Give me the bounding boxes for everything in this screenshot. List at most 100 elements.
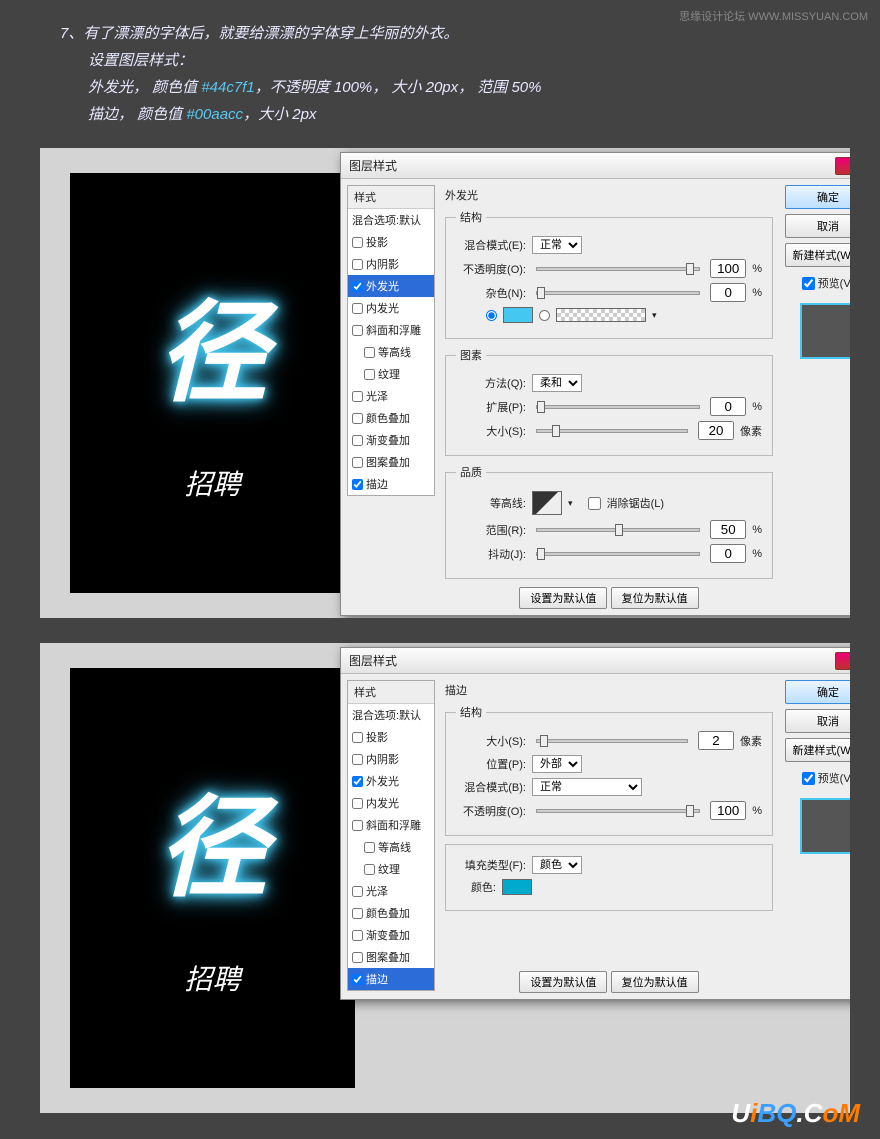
size-input[interactable] [698,731,734,750]
preview-checkbox[interactable] [802,277,815,290]
settings-panel: 外发光 结构 混合模式(E):正常 不透明度(O):% 杂色(N):% ▾ 图素… [441,185,777,609]
glow-color-swatch[interactable] [503,307,533,323]
new-style-button[interactable]: 新建样式(W)... [785,738,850,762]
position-select[interactable]: 外部 [532,755,582,773]
layer-style-dialog: 图层样式 × 样式 混合选项:默认 投影 内阴影 外发光 内发光 斜面和浮雕 等… [340,152,850,616]
reset-default-button[interactable]: 复位为默认值 [611,587,699,609]
styles-header[interactable]: 样式 [348,186,434,209]
canvas-preview: 径 招聘 [70,668,355,1088]
reset-default-button[interactable]: 复位为默认值 [611,971,699,993]
ok-button[interactable]: 确定 [785,185,850,209]
dialog-title: 图层样式 [349,652,835,669]
cancel-button[interactable]: 取消 [785,709,850,733]
antialias-checkbox[interactable] [588,497,601,510]
sub-text: 招聘 [184,958,240,998]
opacity-slider[interactable] [536,809,700,813]
style-stroke[interactable]: 描边 [348,968,434,990]
noise-slider[interactable] [536,291,700,295]
color-radio[interactable] [486,310,497,321]
style-contour[interactable]: 等高线 [348,836,434,858]
hex1: #44c7f1 [201,79,254,96]
opacity-slider[interactable] [536,267,700,271]
canvas-preview: 径 招聘 [70,173,355,593]
style-outer-glow[interactable]: 外发光 [348,275,434,297]
style-texture[interactable]: 纹理 [348,363,434,385]
range-input[interactable] [710,520,746,539]
hex2: #00aacc [186,106,243,123]
opacity-input[interactable] [710,801,746,820]
blend-options[interactable]: 混合选项:默认 [348,704,434,726]
style-gradient-overlay[interactable]: 渐变叠加 [348,924,434,946]
method-select[interactable]: 柔和 [532,374,582,392]
titlebar[interactable]: 图层样式 × [341,153,850,179]
size-input[interactable] [698,421,734,440]
stroke-color-swatch[interactable] [502,879,532,895]
style-contour[interactable]: 等高线 [348,341,434,363]
gradient-radio[interactable] [539,310,550,321]
new-style-button[interactable]: 新建样式(W)... [785,243,850,267]
style-inner-shadow[interactable]: 内阴影 [348,253,434,275]
style-bevel[interactable]: 斜面和浮雕 [348,814,434,836]
close-button[interactable]: × [835,652,850,670]
style-outer-glow[interactable]: 外发光 [348,770,434,792]
style-texture[interactable]: 纹理 [348,858,434,880]
settings-panel: 描边 结构 大小(S):像素 位置(P):外部 混合模式(B):正常 不透明度(… [441,680,777,993]
style-satin[interactable]: 光泽 [348,880,434,902]
style-inner-glow[interactable]: 内发光 [348,792,434,814]
close-button[interactable]: × [835,157,850,175]
cancel-button[interactable]: 取消 [785,214,850,238]
spread-slider[interactable] [536,405,700,409]
structure-group: 结构 大小(S):像素 位置(P):外部 混合模式(B):正常 不透明度(O):… [445,704,773,836]
style-satin[interactable]: 光泽 [348,385,434,407]
quality-group: 品质 等高线:▾ 消除锯齿(L) 范围(R):% 抖动(J):% [445,464,773,579]
spread-input[interactable] [710,397,746,416]
dialog-title: 图层样式 [349,157,835,174]
right-panel: 确定 取消 新建样式(W)... 预览(V) [783,185,850,359]
style-pattern-overlay[interactable]: 图案叠加 [348,946,434,968]
panel-title: 外发光 [445,187,773,203]
jitter-slider[interactable] [536,552,700,556]
fill-type-select[interactable]: 颜色 [532,856,582,874]
intro-line2: 设置图层样式： [60,47,840,74]
size-slider[interactable] [536,739,688,743]
intro-line4: 描边， 颜色值 #00aacc，大小 2px [60,101,840,128]
screenshot-1: 径 招聘 图层样式 × 样式 混合选项:默认 投影 内阴影 外发光 内发光 斜面… [40,148,850,618]
style-color-overlay[interactable]: 颜色叠加 [348,407,434,429]
range-slider[interactable] [536,528,700,532]
titlebar[interactable]: 图层样式 × [341,648,850,674]
styles-header[interactable]: 样式 [348,681,434,704]
preview-checkbox[interactable] [802,772,815,785]
style-bevel[interactable]: 斜面和浮雕 [348,319,434,341]
noise-input[interactable] [710,283,746,302]
style-inner-shadow[interactable]: 内阴影 [348,748,434,770]
style-stroke[interactable]: 描边 [348,473,434,495]
sub-text: 招聘 [184,463,240,503]
style-pattern-overlay[interactable]: 图案叠加 [348,451,434,473]
gradient-picker[interactable] [556,308,646,322]
contour-picker[interactable] [532,491,562,515]
blend-options[interactable]: 混合选项:默认 [348,209,434,231]
blend-mode-select[interactable]: 正常 [532,778,642,796]
elements-group: 图素 方法(Q):柔和 扩展(P):% 大小(S):像素 [445,347,773,456]
style-color-overlay[interactable]: 颜色叠加 [348,902,434,924]
styles-list: 样式 混合选项:默认 投影 内阴影 外发光 内发光 斜面和浮雕 等高线 纹理 光… [347,185,435,496]
watermark: 思缘设计论坛 WWW.MISSYUAN.COM [679,8,868,24]
intro-line1: 7、有了漂漂的字体后，就要给漂漂的字体穿上华丽的外衣。 [60,20,840,47]
style-drop-shadow[interactable]: 投影 [348,231,434,253]
style-inner-glow[interactable]: 内发光 [348,297,434,319]
size-slider[interactable] [536,429,688,433]
structure-group: 结构 混合模式(E):正常 不透明度(O):% 杂色(N):% ▾ [445,209,773,339]
style-drop-shadow[interactable]: 投影 [348,726,434,748]
jitter-input[interactable] [710,544,746,563]
preview-thumbnail [800,303,850,359]
style-gradient-overlay[interactable]: 渐变叠加 [348,429,434,451]
right-panel: 确定 取消 新建样式(W)... 预览(V) [783,680,850,854]
glow-text: 径 [158,758,268,918]
set-default-button[interactable]: 设置为默认值 [519,971,607,993]
opacity-input[interactable] [710,259,746,278]
blend-mode-select[interactable]: 正常 [532,236,582,254]
ok-button[interactable]: 确定 [785,680,850,704]
set-default-button[interactable]: 设置为默认值 [519,587,607,609]
panel-title: 描边 [445,682,773,698]
footer-logo: UiBQ.CoM [731,1098,860,1129]
